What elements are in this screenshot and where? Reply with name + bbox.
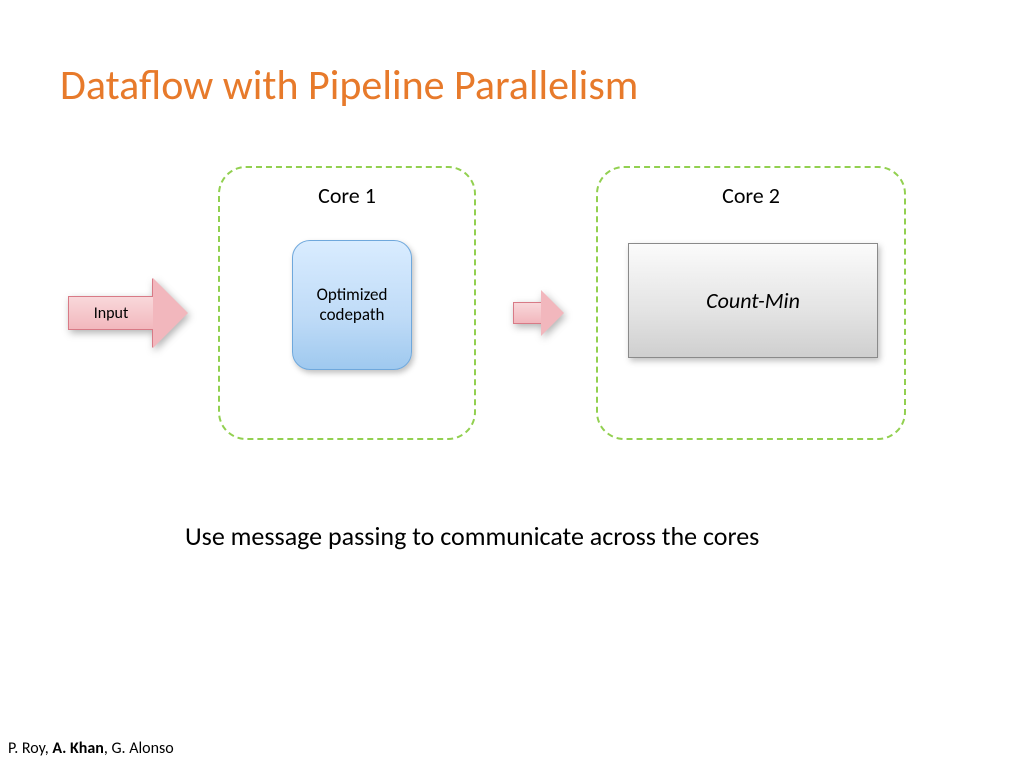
arrow-head-icon [153,278,188,348]
arrow-body-icon [513,302,541,324]
slide-caption: Use message passing to communicate acros… [185,520,759,552]
optimized-codepath-box: Optimized codepath [292,240,412,370]
core2-box: Core 2 Count-Min [596,166,906,440]
input-arrow-icon: Input [68,278,188,348]
count-min-box: Count-Min [628,243,878,358]
author-2: A. Khan [52,739,104,758]
slide-title: Dataflow with Pipeline Parallelism [60,60,638,111]
core2-label: Core 2 [598,182,904,209]
author-3: , G. Alonso [104,739,174,758]
author-1: P. Roy, [8,739,52,758]
slide-footer: P. Roy, A. Khan, G. Alonso [8,739,174,758]
transfer-arrow-icon [513,290,568,336]
core1-box: Core 1 Optimized codepath [218,166,476,440]
core1-label: Core 1 [220,182,474,209]
input-arrow-label: Input [68,296,153,330]
arrow-head-icon [541,290,564,336]
